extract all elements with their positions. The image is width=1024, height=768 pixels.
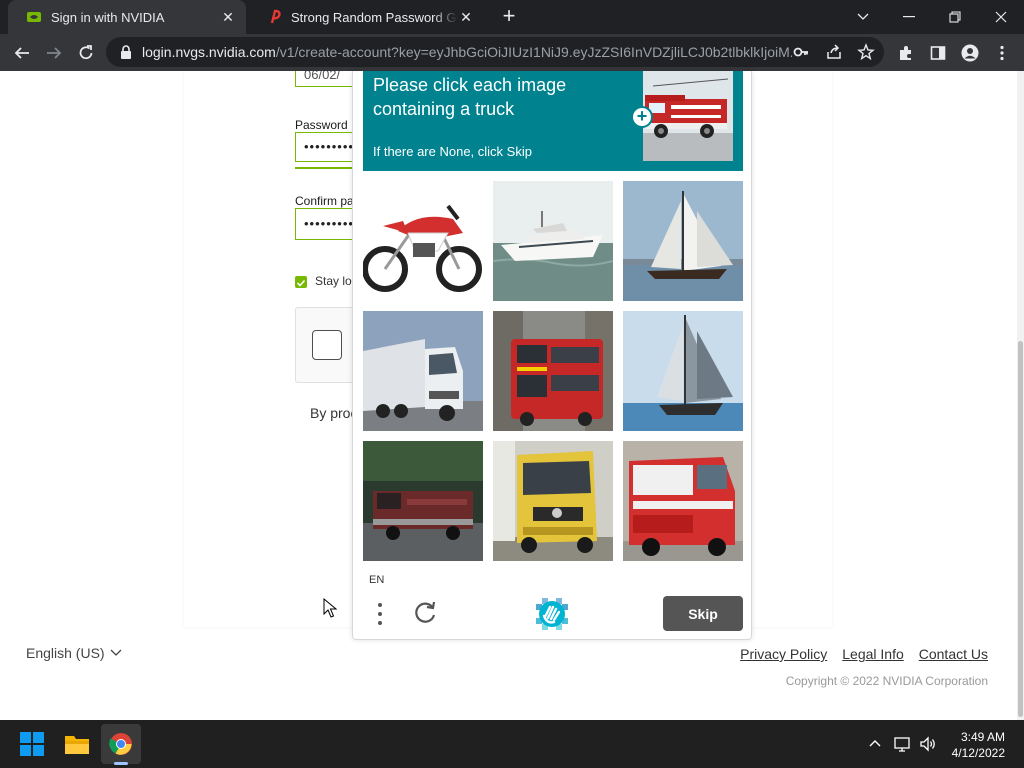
tab-password-generator[interactable]: Strong Random Password Generator ✕ — [248, 0, 484, 34]
password-value: ••••••••• — [304, 139, 354, 154]
footer-links: Privacy Policy Legal Info Contact Us — [740, 646, 988, 662]
expand-example-plus-icon[interactable]: + — [631, 106, 653, 128]
taskbar-clock[interactable]: 3:49 AM 4/12/2022 — [952, 729, 1005, 761]
tab-search-chevron-icon[interactable] — [840, 0, 886, 34]
close-window-icon[interactable] — [978, 0, 1024, 34]
challenge-tile-fire-truck[interactable] — [363, 441, 483, 561]
url-host: login.nvgs.nvidia.com — [142, 44, 276, 60]
active-app-indicator — [114, 762, 128, 765]
hcaptcha-challenge: Please click each image containing a tru… — [352, 71, 752, 640]
language-selector[interactable]: English (US) — [26, 645, 122, 661]
new-tab-plus-icon[interactable]: + — [498, 4, 520, 28]
password-field[interactable]: ••••••••• — [295, 132, 355, 162]
mouse-cursor-icon — [323, 598, 337, 618]
password-generator-favicon-icon — [270, 9, 281, 24]
kebab-menu-icon[interactable] — [989, 40, 1015, 66]
tab-title: Sign in with NVIDIA — [51, 9, 165, 25]
challenge-tile-sailboat[interactable] — [623, 181, 743, 301]
hcaptcha-checkbox[interactable] — [312, 330, 342, 360]
windows-taskbar: 3:49 AM 4/12/2022 — [0, 720, 1024, 768]
browser-toolbar: login.nvgs.nvidia.com/v1/create-account?… — [0, 34, 1024, 71]
language-label: English (US) — [26, 645, 105, 661]
star-bookmark-icon[interactable] — [857, 43, 875, 61]
nvidia-favicon-icon — [27, 12, 41, 22]
example-image[interactable] — [643, 71, 733, 161]
stay-logged-in-checkbox[interactable] — [295, 276, 307, 288]
url-text[interactable]: login.nvgs.nvidia.com/v1/create-account?… — [142, 44, 792, 60]
challenge-tile-sailboat-2[interactable] — [623, 311, 743, 431]
terms-text: By proc — [310, 405, 358, 421]
side-panel-icon[interactable] — [925, 40, 951, 66]
share-icon[interactable] — [825, 43, 843, 61]
challenge-tile-double-decker-bus[interactable] — [493, 311, 613, 431]
skip-button[interactable]: Skip — [663, 596, 743, 631]
network-monitor-icon[interactable] — [894, 735, 912, 753]
challenge-tile-motorcycle[interactable] — [363, 181, 483, 301]
scrollbar-thumb[interactable] — [1018, 341, 1023, 717]
date-value: 06/02/ — [304, 71, 341, 82]
url-path: /v1/create-account?key=eyJhbGciOiJIUzI1N… — [275, 44, 792, 60]
reload-icon[interactable] — [73, 40, 99, 66]
restore-icon[interactable] — [932, 0, 978, 34]
challenge-prompt-banner: Please click each image containing a tru… — [363, 71, 743, 171]
refresh-challenge-icon[interactable] — [412, 600, 438, 626]
extensions-puzzle-icon[interactable] — [893, 40, 919, 66]
date-of-birth-field[interactable]: 06/02/ — [295, 71, 355, 87]
password-label: Password — [295, 118, 348, 132]
challenge-tile-semi-truck[interactable] — [363, 311, 483, 431]
confirm-password-field[interactable]: ••••••••• — [295, 208, 355, 240]
start-windows-icon[interactable] — [12, 724, 52, 764]
legal-info-link[interactable]: Legal Info — [842, 646, 904, 662]
page-scrollbar[interactable] — [1017, 71, 1024, 720]
back-arrow-icon[interactable] — [9, 40, 35, 66]
close-icon[interactable]: ✕ — [220, 9, 236, 26]
password-strength-bar — [295, 167, 355, 169]
copyright-text: Copyright © 2022 NVIDIA Corporation — [785, 674, 988, 688]
forward-arrow-icon[interactable] — [41, 40, 67, 66]
minimize-icon[interactable] — [886, 0, 932, 34]
file-explorer-folder-icon[interactable] — [57, 724, 97, 764]
chrome-taskbar-icon[interactable] — [101, 724, 141, 764]
confirm-password-value: ••••••••• — [304, 216, 354, 231]
challenge-subprompt: If there are None, click Skip — [373, 144, 532, 159]
tab-sign-in-nvidia[interactable]: Sign in with NVIDIA ✕ — [8, 0, 246, 34]
contact-us-link[interactable]: Contact Us — [919, 646, 988, 662]
address-bar[interactable]: login.nvgs.nvidia.com/v1/create-account?… — [106, 37, 884, 67]
confirm-password-label: Confirm pa — [295, 194, 354, 208]
tab-title: Strong Random Password Generator — [291, 9, 458, 25]
tab-strip: Sign in with NVIDIA ✕ Strong Random Pass… — [0, 0, 1024, 34]
challenge-tile-yacht[interactable] — [493, 181, 613, 301]
close-icon[interactable]: ✕ — [458, 9, 474, 26]
volume-speaker-icon[interactable] — [919, 735, 937, 753]
stay-logged-in-label: Stay lo — [315, 274, 352, 288]
key-icon[interactable] — [792, 43, 810, 61]
chevron-down-icon — [110, 649, 122, 656]
privacy-policy-link[interactable]: Privacy Policy — [740, 646, 827, 662]
lock-icon[interactable] — [118, 44, 134, 60]
chevron-up-icon[interactable] — [866, 735, 884, 753]
clock-time: 3:49 AM — [960, 730, 1005, 744]
profile-avatar-icon[interactable] — [957, 40, 983, 66]
challenge-tile-fire-truck-2[interactable] — [623, 441, 743, 561]
hcaptcha-logo-icon[interactable] — [536, 598, 568, 630]
clock-date: 4/12/2022 — [951, 746, 1005, 760]
challenge-tile-yellow-truck[interactable] — [493, 441, 613, 561]
challenge-language[interactable]: EN — [369, 574, 384, 586]
menu-dots-icon[interactable] — [373, 601, 387, 627]
challenge-prompt: Please click each image containing a tru… — [373, 75, 567, 119]
